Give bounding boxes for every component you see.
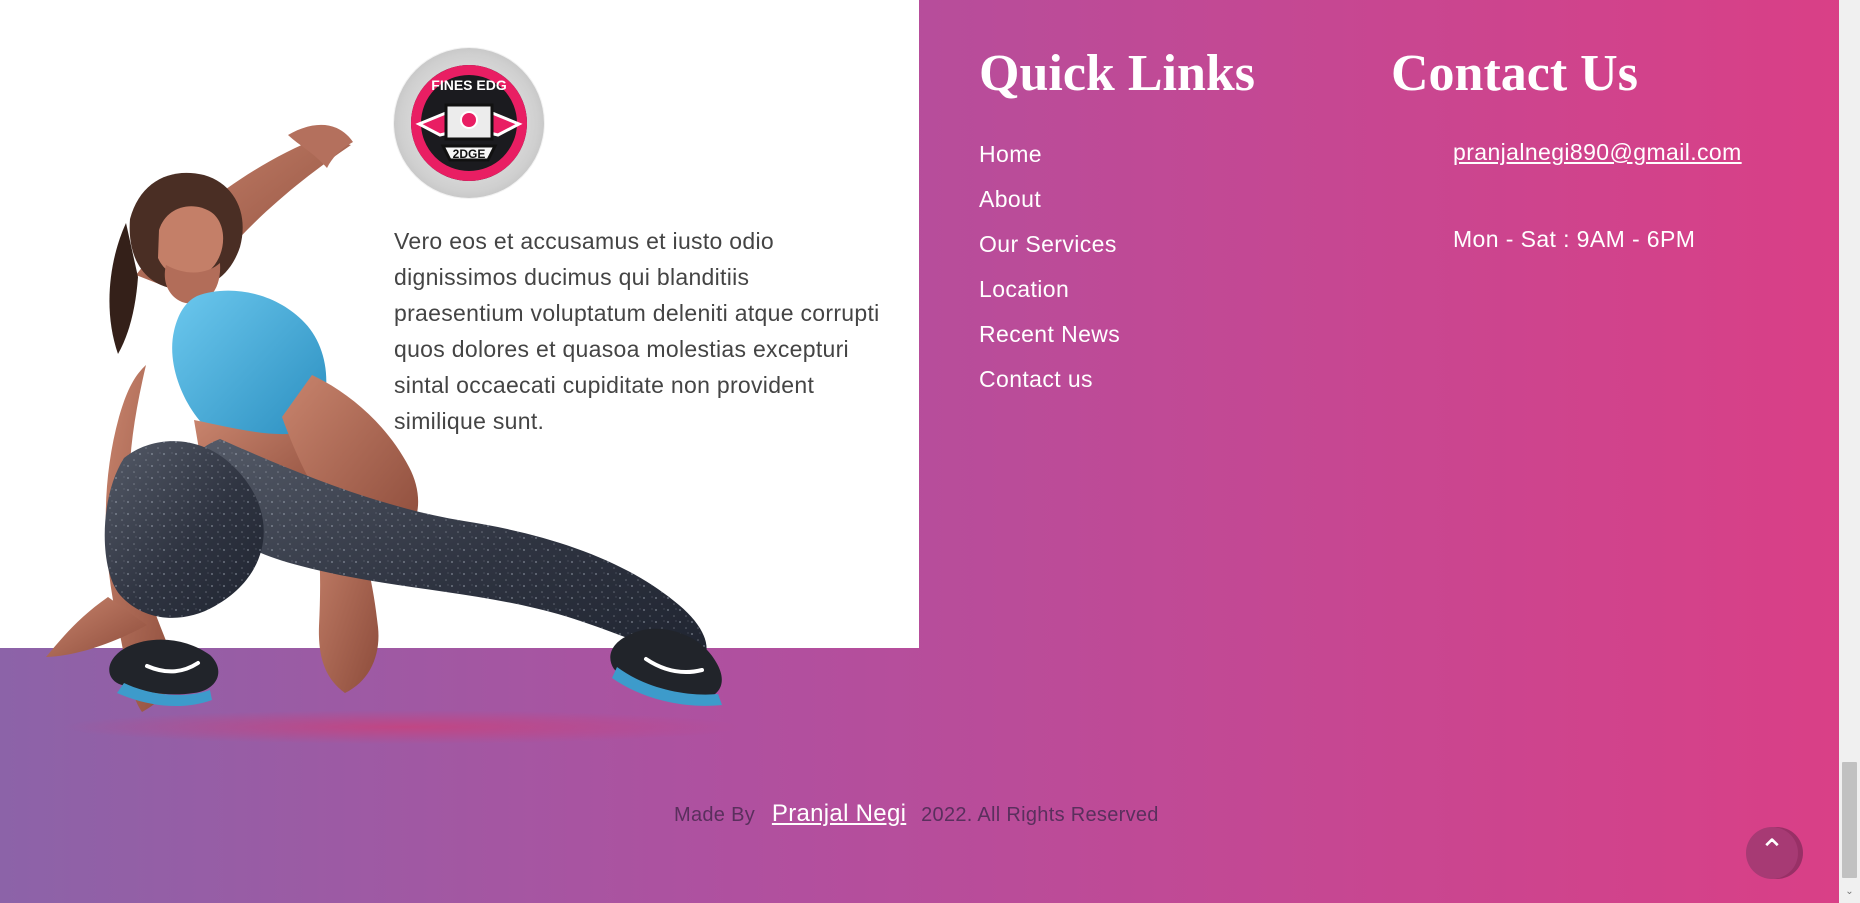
fitness-edge-logo: FINES EDG 2DGE — [394, 48, 544, 198]
footer-page: FINES EDG 2DGE Vero eos et accusamus et … — [0, 0, 1860, 903]
quick-links-title: Quick Links — [979, 45, 1256, 102]
quick-link-contact: Contact us — [979, 362, 1120, 407]
chevron-up-icon: ⌃ — [1759, 833, 1785, 869]
business-hours: Mon - Sat : 9AM - 6PM — [1453, 226, 1696, 252]
quick-link-location: Location — [979, 272, 1120, 317]
logo-badge-icon: FINES EDG 2DGE — [411, 65, 527, 181]
recent-news-link[interactable]: Recent News — [979, 321, 1120, 347]
author-link[interactable]: Pranjal Negi — [772, 800, 906, 827]
our-services-link[interactable]: Our Services — [979, 231, 1117, 257]
contact-us-title: Contact Us — [1391, 45, 1638, 102]
quick-link-news: Recent News — [979, 317, 1120, 362]
scrollbar-thumb[interactable] — [1842, 762, 1857, 878]
contact-us-link[interactable]: Contact us — [979, 366, 1093, 392]
back-to-top-button[interactable]: ⌃ — [1746, 827, 1798, 879]
made-by-label: Made By — [674, 804, 756, 826]
scroll-down-arrow-icon[interactable]: ⌄ — [1839, 886, 1860, 898]
quick-link-about: About — [979, 182, 1120, 227]
home-link[interactable]: Home — [979, 141, 1042, 167]
quick-link-services: Our Services — [979, 227, 1120, 272]
vertical-scrollbar[interactable]: ⌄ — [1839, 0, 1860, 903]
about-link[interactable]: About — [979, 186, 1041, 212]
quick-link-home: Home — [979, 137, 1120, 182]
quick-links-list: Home About Our Services Location Recent … — [979, 137, 1120, 407]
contact-email-link[interactable]: pranjalnegi890@gmail.com — [1453, 136, 1742, 168]
about-description: Vero eos et accusamus et iusto odio dign… — [394, 228, 880, 434]
logo-top-text: FINES EDG — [431, 77, 507, 93]
copyright-label: 2022. All Rights Reserved — [921, 804, 1159, 826]
location-link[interactable]: Location — [979, 276, 1069, 302]
copyright-footer: Made By Pranjal Negi 2022. All Rights Re… — [674, 800, 1159, 828]
logo-bottom-text: 2DGE — [453, 147, 486, 161]
